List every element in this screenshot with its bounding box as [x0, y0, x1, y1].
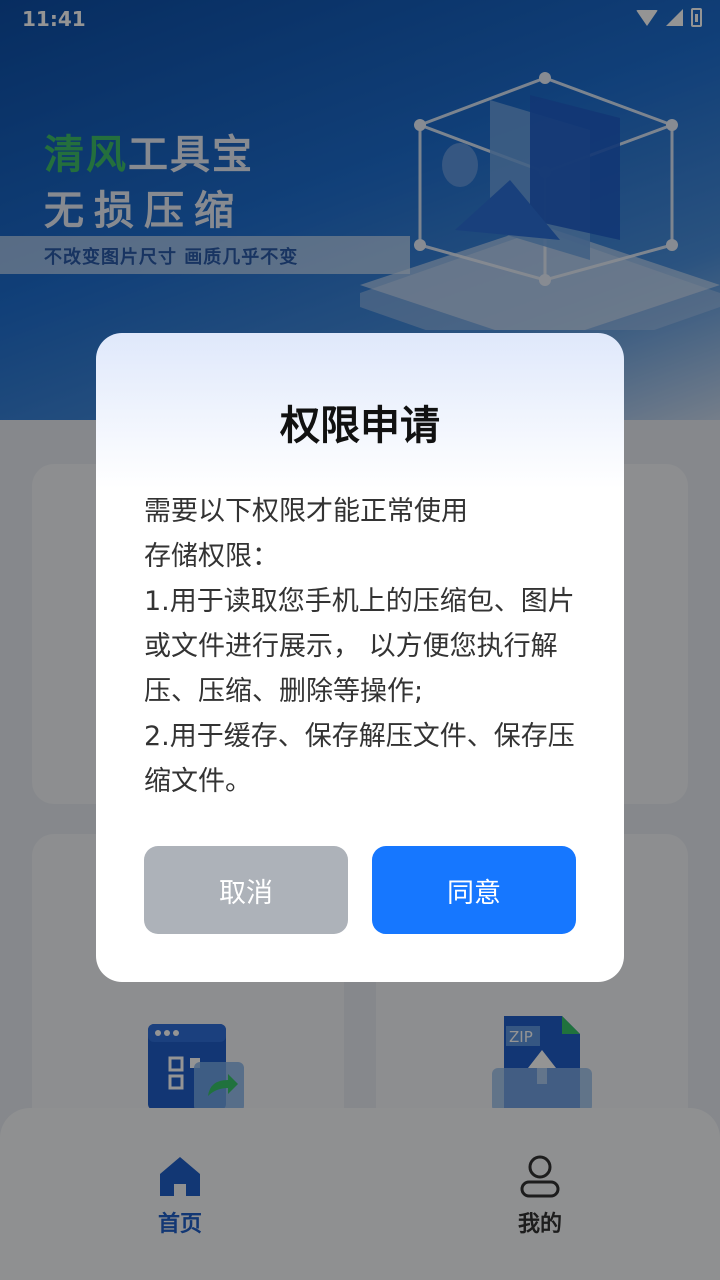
cancel-button[interactable]: 取消	[144, 846, 348, 934]
dialog-line: 存储权限：	[144, 541, 279, 572]
permission-dialog: 权限申请 需要以下权限才能正常使用 存储权限： 1.用于读取您手机上的压缩包、图…	[96, 333, 624, 982]
dialog-message: 需要以下权限才能正常使用 存储权限： 1.用于读取您手机上的压缩包、图片或文件进…	[144, 489, 584, 804]
dialog-title: 权限申请	[280, 403, 440, 449]
agree-button[interactable]: 同意	[372, 846, 576, 934]
dialog-line: 1.用于读取您手机上的压缩包、图片或文件进行展示， 以方便您执行解压、压缩、删除…	[144, 586, 575, 707]
dialog-line: 需要以下权限才能正常使用	[144, 496, 468, 527]
dialog-line: 2.用于缓存、保存解压文件、保存压缩文件。	[144, 721, 575, 797]
